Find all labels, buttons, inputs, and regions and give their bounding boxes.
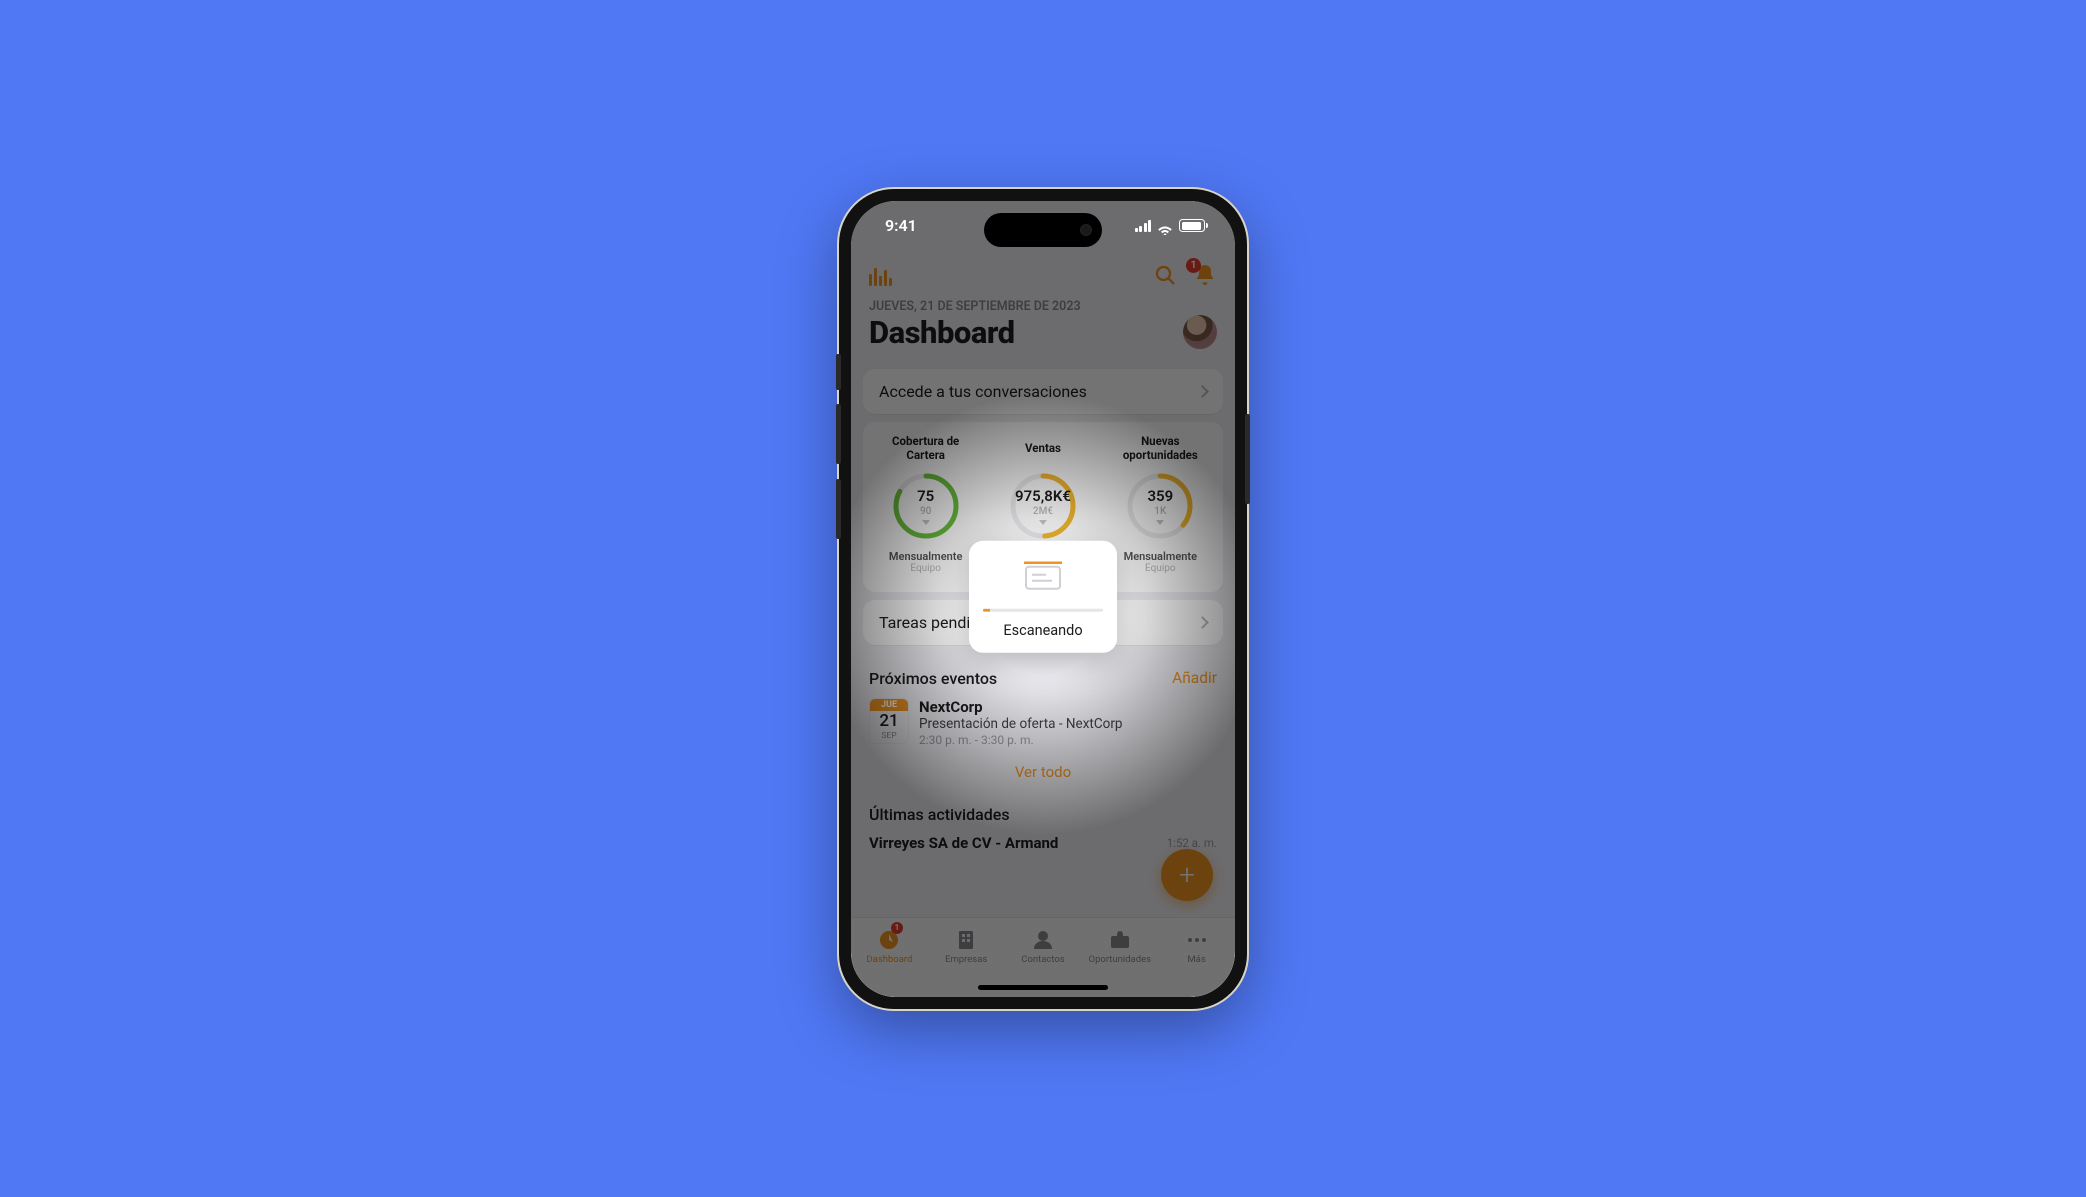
scanning-progress [983,608,1103,611]
signal-icon [1135,220,1152,232]
volume-up-button [836,404,841,464]
phone-screen: 9:41 1 JUEVES, 21 DE [851,201,1235,997]
power-button [1245,414,1250,504]
side-button [836,354,841,390]
volume-down-button [836,479,841,539]
battery-icon [1179,219,1205,232]
card-scan-icon [1022,560,1064,592]
scanning-modal: Escaneando [969,540,1117,652]
status-time: 9:41 [885,216,917,235]
wifi-icon [1157,220,1173,232]
status-icons [1135,219,1206,232]
phone-frame: 9:41 1 JUEVES, 21 DE [839,189,1247,1009]
scanning-label: Escaneando [983,621,1103,638]
dynamic-island [984,213,1102,247]
